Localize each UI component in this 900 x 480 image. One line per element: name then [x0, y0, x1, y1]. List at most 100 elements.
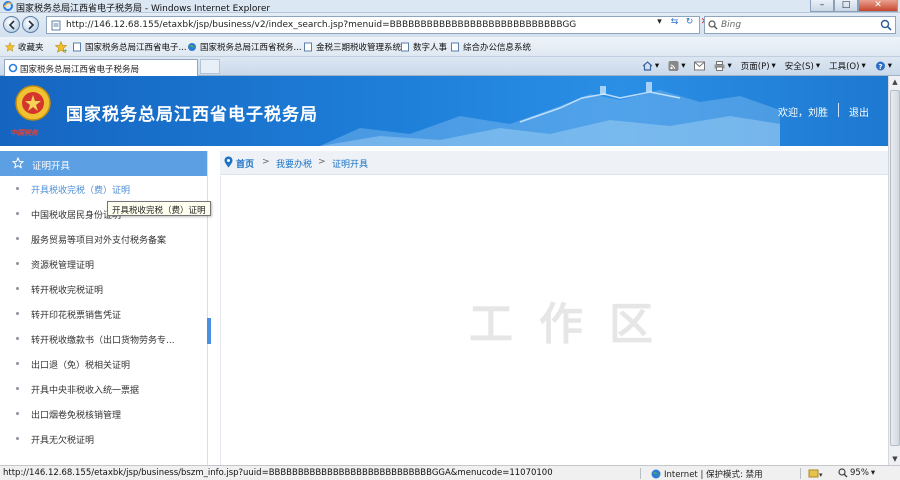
zoom-control[interactable]: 95% ▾	[838, 468, 875, 478]
star-icon	[5, 42, 15, 52]
add-favorite-icon[interactable]: +	[55, 41, 67, 53]
svg-text:▾: ▾	[819, 471, 823, 479]
sidebar-item-service-trade-filing[interactable]: 服务贸易等项目对外支付税务备案	[0, 226, 207, 251]
bullet	[16, 287, 19, 290]
security-zone[interactable]: Internet | 保护模式: 禁用	[651, 468, 763, 480]
sidebar-item-label: 转开印花税票销售凭证	[31, 311, 122, 321]
protected-mode-icon[interactable]: ▾	[808, 468, 824, 479]
breadcrumb-separator: >	[262, 157, 270, 167]
zoom-icon	[838, 468, 848, 478]
page-icon	[304, 42, 312, 52]
internet-globe-icon	[651, 469, 661, 479]
logout-link[interactable]: 退出	[849, 104, 869, 119]
page-icon	[73, 42, 81, 52]
search-placeholder: Bing	[721, 20, 742, 30]
window-titlebar: 国家税务总局江西省电子税务局 - Windows Internet Explor…	[0, 0, 900, 14]
page-icon	[401, 42, 409, 52]
sidebar-menu: 开具税收完税（费）证明 中国税收居民身份证明 服务贸易等项目对外支付税务备案 资…	[0, 176, 207, 451]
sidebar-item-payment-book-transfer[interactable]: 转开税收缴款书（出口货物劳务专...	[0, 326, 207, 351]
favorite-item[interactable]: 综合办公信息系统	[450, 41, 531, 53]
safety-menu[interactable]: 安全(S) ▾	[785, 60, 820, 72]
address-tools: ▾ ⇆ ↻ ✕	[652, 15, 712, 29]
favorite-item[interactable]: 国家税务总局江西省税务...	[187, 41, 302, 53]
sidebar-heading[interactable]: 证明开具	[0, 151, 207, 176]
ie-logo-icon	[3, 1, 13, 11]
sidebar-item-stamp-tax-voucher[interactable]: 转开印花税票销售凭证	[0, 301, 207, 326]
compatibility-icon[interactable]: ⇆	[667, 15, 682, 29]
sidebar-item-tax-payment-certificate[interactable]: 开具税收完税（费）证明	[0, 176, 207, 201]
tools-menu[interactable]: 工具(O) ▾	[829, 60, 866, 72]
sidebar-item-export-refund-certificate[interactable]: 出口退（免）税相关证明	[0, 351, 207, 376]
forward-arrow-icon	[28, 20, 35, 30]
help-button[interactable]: ? ▾	[875, 61, 892, 71]
breadcrumb-separator: >	[318, 157, 326, 167]
sidebar-heading-label: 证明开具	[32, 161, 71, 172]
back-button[interactable]	[3, 16, 20, 33]
scroll-down-icon[interactable]: ▼	[890, 453, 900, 465]
mail-button[interactable]	[694, 61, 706, 71]
bullet	[16, 237, 19, 240]
favorite-item-label: 国家税务总局江西省税务...	[200, 43, 302, 53]
favorite-item-label: 国家税务总局江西省电子...	[85, 43, 187, 53]
sidebar-item-transfer-tax-certificate[interactable]: 转开税收完税证明	[0, 276, 207, 301]
favorites-bar: 收藏夹 + 国家税务总局江西省电子... 国家税务总局江西省税务... 金税三期…	[0, 37, 900, 57]
scroll-up-icon[interactable]: ▲	[890, 76, 900, 88]
welcome-text: 欢迎，刘胜	[778, 108, 828, 119]
sidebar-item-no-arrears-certificate[interactable]: 开具无欠税证明	[0, 426, 207, 451]
favorite-item-label: 数字人事	[413, 43, 448, 53]
close-button[interactable]: ✕	[858, 0, 898, 12]
maximize-button[interactable]: □	[834, 0, 858, 12]
page-icon	[451, 42, 459, 52]
back-arrow-icon	[8, 20, 15, 30]
home-button[interactable]: ▾	[642, 61, 659, 71]
sidebar-collapse-handle[interactable]	[207, 318, 211, 344]
help-icon: ?	[875, 61, 885, 71]
favorite-item[interactable]: 数字人事	[400, 41, 447, 53]
emblem-caption: 中国税务	[10, 128, 38, 137]
refresh-icon[interactable]: ↻	[682, 15, 697, 29]
sidebar-item-label: 开具无欠税证明	[31, 436, 95, 446]
breadcrumb-level1[interactable]: 我要办税	[276, 157, 312, 170]
sidebar-item-resource-tax-certificate[interactable]: 资源税管理证明	[0, 251, 207, 276]
new-tab-button[interactable]	[200, 59, 220, 74]
search-box[interactable]: Bing	[704, 16, 896, 34]
sidebar-item-nontax-receipt[interactable]: 开具中央非税收入统一票据	[0, 376, 207, 401]
favorites-button[interactable]: 收藏夹	[5, 41, 44, 53]
breadcrumb: 首页 > 我要办税 > 证明开具	[220, 151, 888, 175]
sidebar-item-label: 出口退（免）税相关证明	[31, 361, 131, 371]
work-area: 工作区	[220, 176, 888, 465]
favorite-item[interactable]: 国家税务总局江西省电子...	[72, 41, 187, 53]
vertical-scrollbar[interactable]: ▲ ▼	[888, 76, 900, 465]
sidebar-item-label: 出口烟卷免税核销管理	[31, 411, 122, 421]
bullet	[16, 187, 19, 190]
ie-tab-icon	[8, 63, 18, 73]
sidebar-item-label: 转开税收缴款书（出口货物劳务专...	[31, 336, 175, 346]
minimize-button[interactable]: –	[810, 0, 834, 12]
sidebar-item-tobacco-exemption[interactable]: 出口烟卷免税核销管理	[0, 401, 207, 426]
breadcrumb-home[interactable]: 首页	[236, 157, 254, 170]
status-divider	[800, 468, 801, 479]
favorite-item[interactable]: 金税三期税收管理系统	[303, 41, 401, 53]
tab-label: 国家税务总局江西省电子税务局	[20, 65, 140, 75]
great-wall-illustration	[320, 82, 780, 146]
browser-tab[interactable]: 国家税务总局江西省电子税务局	[4, 59, 198, 76]
forward-button[interactable]	[22, 16, 39, 33]
address-bar[interactable]: http://146.12.68.155/etaxbk/jsp/business…	[46, 16, 700, 34]
safety-menu-label: 安全(S)	[784, 62, 814, 72]
address-url[interactable]: http://146.12.68.155/etaxbk/jsp/business…	[66, 20, 576, 30]
feeds-button[interactable]: ▾	[668, 61, 685, 71]
rss-icon	[668, 61, 679, 71]
dropdown-arrow-icon[interactable]: ▾	[652, 15, 667, 29]
security-zone-label: Internet | 保护模式: 禁用	[664, 470, 763, 480]
sidebar-item-label: 开具税收完税（费）证明	[31, 186, 131, 196]
tools-menu-label: 工具(O)	[829, 62, 860, 72]
search-engine-icon	[708, 20, 718, 30]
breadcrumb-level2[interactable]: 证明开具	[332, 157, 368, 170]
print-button[interactable]: ▾	[714, 61, 732, 71]
sidebar-tooltip: 开具税收完税（费）证明	[107, 201, 211, 216]
search-icon[interactable]	[880, 19, 892, 31]
scrollbar-thumb[interactable]	[890, 90, 900, 446]
bullet	[16, 362, 19, 365]
page-menu[interactable]: 页面(P) ▾	[741, 60, 776, 72]
status-bar: http://146.12.68.155/etaxbk/jsp/business…	[0, 465, 900, 480]
